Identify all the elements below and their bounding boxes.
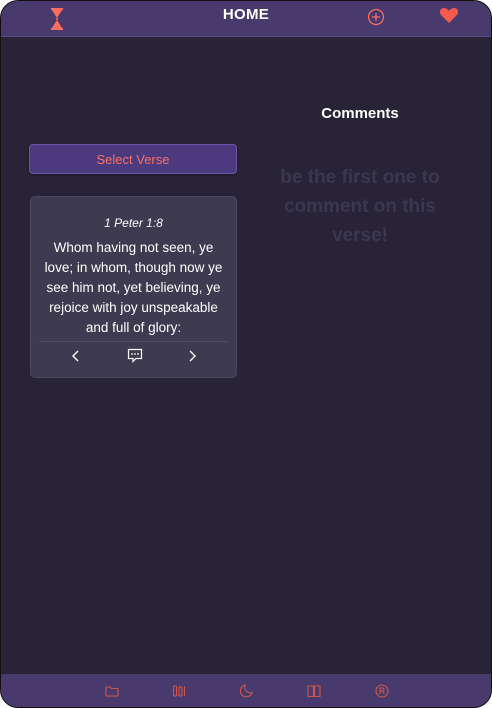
book-icon[interactable] xyxy=(306,683,322,699)
empty-comments-message: be the first one to comment on this vers… xyxy=(280,167,440,246)
verse-reference: 1 Peter 1:8 xyxy=(104,216,163,230)
moon-icon[interactable] xyxy=(238,683,254,699)
app-window: HOME Select Verse 1 Peter 1:8 Whom havin… xyxy=(0,0,492,708)
page-title: HOME xyxy=(222,6,270,23)
top-bar: HOME xyxy=(1,1,491,37)
heart-icon[interactable] xyxy=(439,6,459,24)
folder-icon[interactable] xyxy=(104,683,120,699)
select-verse-button[interactable]: Select Verse xyxy=(29,144,237,174)
chevron-right-icon[interactable] xyxy=(185,349,199,363)
books-icon[interactable] xyxy=(171,683,187,699)
card-divider xyxy=(39,341,228,342)
verse-card: 1 Peter 1:8 Whom having not seen, ye lov… xyxy=(30,196,237,378)
bottom-nav xyxy=(1,674,491,707)
verse-text: Whom having not seen, ye love; in whom, … xyxy=(44,240,223,335)
comments-title: Comments xyxy=(321,105,399,122)
plus-circle-icon[interactable] xyxy=(367,8,385,26)
chevron-left-icon[interactable] xyxy=(69,349,83,363)
registered-icon[interactable] xyxy=(374,683,390,699)
comment-icon[interactable] xyxy=(127,348,143,363)
